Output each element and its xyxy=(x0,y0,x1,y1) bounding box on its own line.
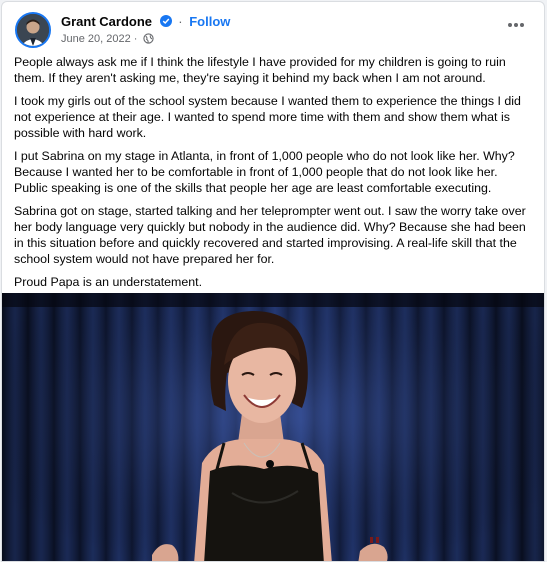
post-paragraph: I took my girls out of the school system… xyxy=(14,94,521,140)
post-meta: June 20, 2022 · xyxy=(61,33,154,47)
author-name[interactable]: Grant Cardone xyxy=(61,14,152,29)
post-paragraph: I put Sabrina on my stage in Atlanta, in… xyxy=(14,149,515,195)
post-photo[interactable] xyxy=(2,293,544,561)
more-options-button[interactable] xyxy=(504,13,528,37)
post-paragraph: Proud Papa is an understatement. xyxy=(14,275,203,289)
name-separator: · xyxy=(178,14,183,29)
post-paragraph: People always ask me if I think the life… xyxy=(14,55,506,85)
post-header: Grant Cardone · Follow June 20, 2022 · xyxy=(14,11,532,51)
post-text: People always ask me if I think the life… xyxy=(14,54,534,297)
follow-button[interactable]: Follow xyxy=(189,14,230,29)
author-line: Grant Cardone · Follow xyxy=(61,14,230,29)
post-paragraph: Sabrina got on stage, started talking an… xyxy=(14,204,526,266)
post-card: Grant Cardone · Follow June 20, 2022 · P… xyxy=(1,1,545,562)
meta-separator: · xyxy=(133,33,138,45)
more-horizontal-icon xyxy=(508,23,524,27)
author-avatar[interactable] xyxy=(15,12,51,48)
globe-icon xyxy=(142,33,154,47)
verified-badge-icon xyxy=(159,15,172,27)
post-date[interactable]: June 20, 2022 xyxy=(61,33,131,45)
